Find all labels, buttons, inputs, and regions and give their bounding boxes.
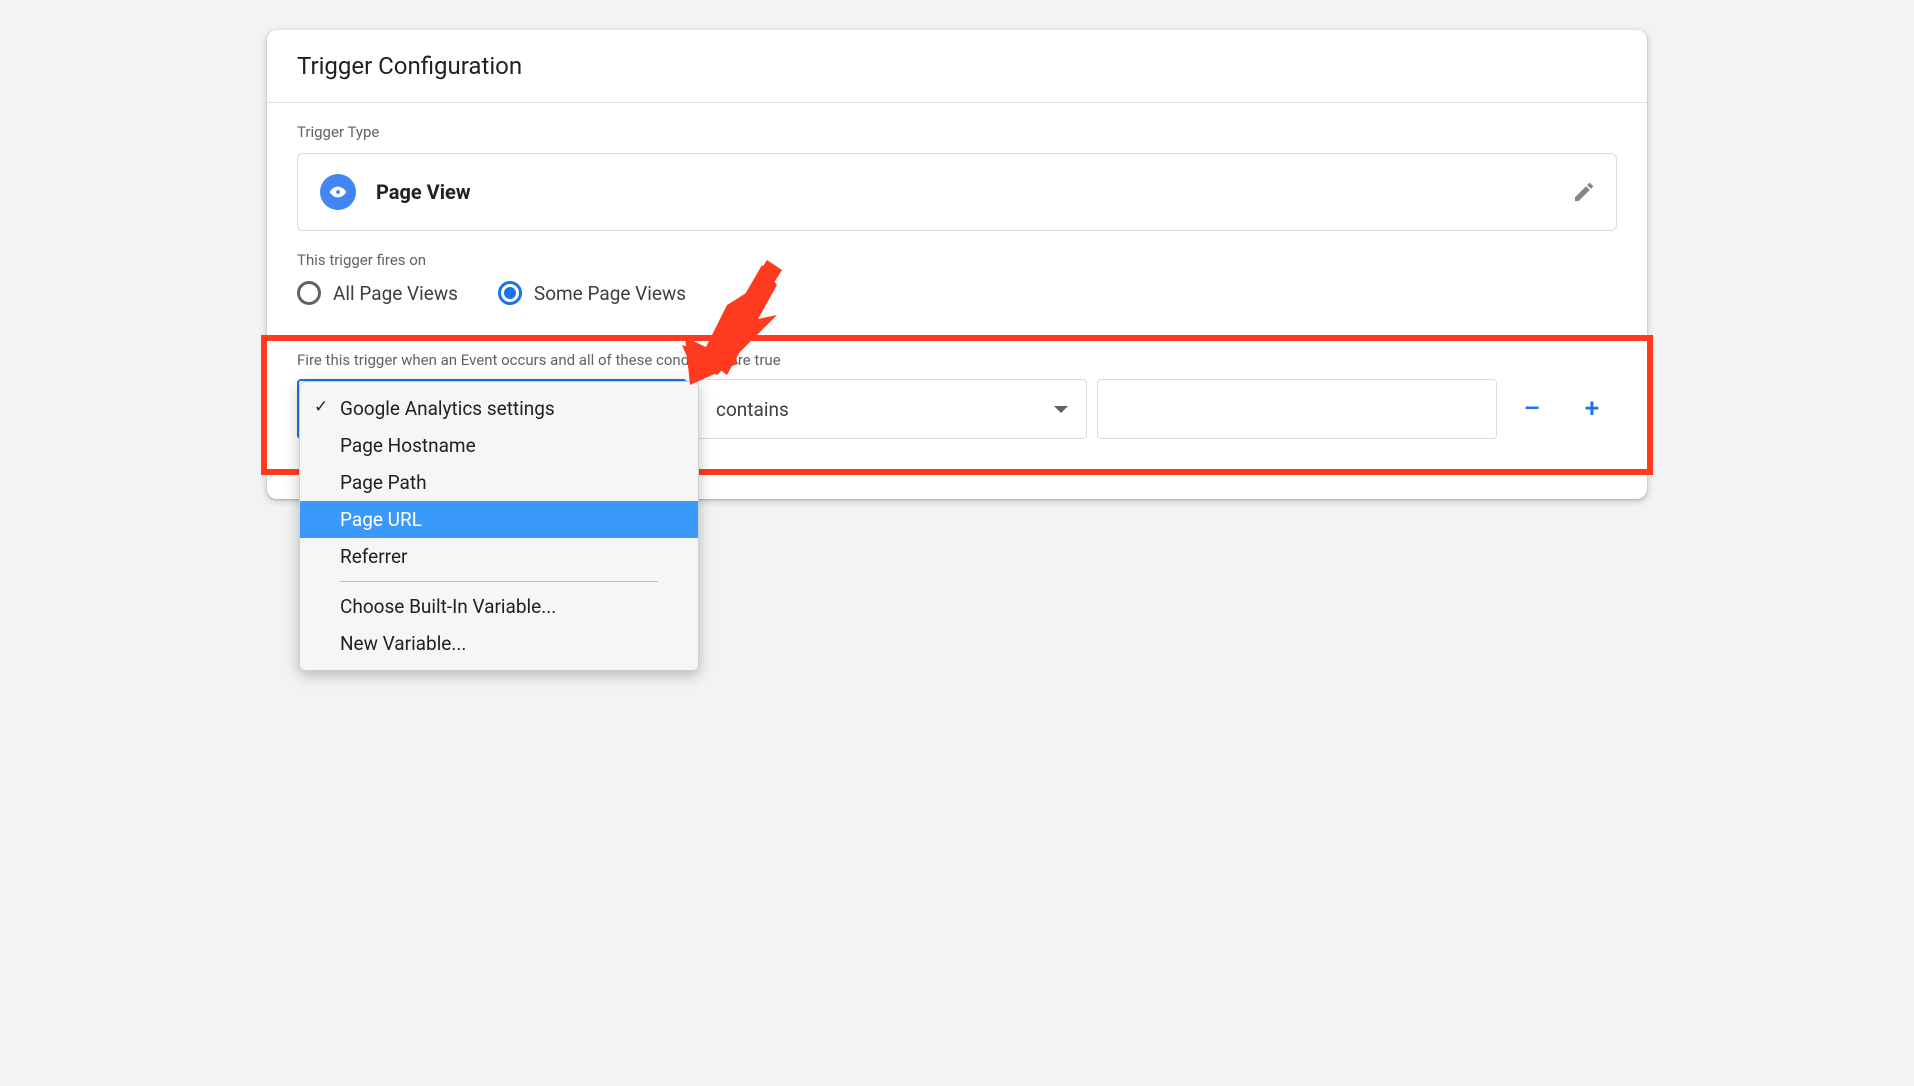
radio-group: All Page Views Some Page Views [297,281,1617,305]
dropdown-item[interactable]: Referrer [300,538,698,575]
card-header: Trigger Configuration [267,30,1647,103]
card-title: Trigger Configuration [297,52,1617,80]
radio-all-page-views[interactable]: All Page Views [297,281,458,305]
radio-on-icon [498,281,522,305]
conditions-label: Fire this trigger when an Event occurs a… [297,351,1617,369]
radio-all-label: All Page Views [333,282,458,305]
radio-some-page-views[interactable]: Some Page Views [498,281,686,305]
plus-icon: + [1585,394,1599,424]
trigger-type-label: Trigger Type [297,123,1617,141]
dropdown-separator [340,581,658,582]
dropdown-item[interactable]: New Variable... [300,625,698,662]
dropdown-item[interactable]: Page URL [300,501,698,538]
radio-some-label: Some Page Views [534,282,686,305]
variable-dropdown-menu: Google Analytics settingsPage HostnamePa… [299,381,699,671]
trigger-type-section: Trigger Type Page View [267,103,1647,231]
variable-select[interactable]: Google Analytics settingsPage HostnamePa… [297,379,687,439]
operator-select[interactable]: contains [697,379,1087,439]
remove-condition-button[interactable]: – [1507,379,1557,439]
dropdown-item[interactable]: Google Analytics settings [300,390,698,427]
trigger-config-card: Trigger Configuration Trigger Type [267,30,1647,499]
trigger-type-name: Page View [376,180,471,204]
radio-off-icon [297,281,321,305]
fires-on-label: This trigger fires on [297,251,1617,269]
dropdown-item[interactable]: Page Hostname [300,427,698,464]
add-condition-button[interactable]: + [1567,379,1617,439]
condition-row: Google Analytics settingsPage HostnamePa… [297,379,1617,439]
fires-on-section: This trigger fires on All Page Views Som… [267,231,1647,305]
dropdown-item[interactable]: Choose Built-In Variable... [300,588,698,625]
minus-icon: – [1524,394,1541,424]
edit-pencil-icon[interactable] [1570,178,1598,206]
chevron-down-icon [1054,406,1068,413]
eye-icon [320,174,356,210]
dropdown-item[interactable]: Page Path [300,464,698,501]
operator-value: contains [716,398,789,421]
condition-value-input[interactable] [1097,379,1497,439]
conditions-highlight-box: Fire this trigger when an Event occurs a… [261,335,1653,475]
trigger-type-box[interactable]: Page View [297,153,1617,231]
